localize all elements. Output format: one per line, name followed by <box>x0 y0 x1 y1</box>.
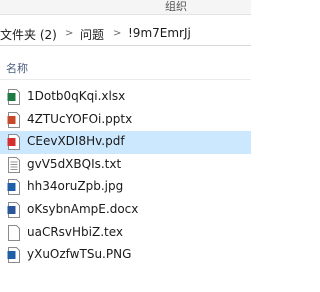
file-name: gvV5dXBQIs.txt <box>27 156 122 171</box>
column-header-name[interactable]: 名称 <box>6 60 28 76</box>
file-list: 1Dotb0qKqi.xlsx 4ZTUcYOFOi.pptx CEevXDI8Hv… <box>0 86 251 267</box>
file-name: oKsybnAmpE.docx <box>27 201 139 216</box>
file-name: 4ZTUcYOFOi.pptx <box>27 111 133 126</box>
list-item[interactable]: yXuOzfwTSu.PNG <box>0 244 251 267</box>
breadcrumb-current-folder[interactable]: !9m7EmrJj <box>128 26 191 40</box>
text-file-icon <box>8 156 20 173</box>
breadcrumb-separator[interactable]: > <box>113 28 121 39</box>
ribbon-group-label: 组织 <box>165 0 187 13</box>
ribbon: 组织 <box>0 0 251 15</box>
list-item[interactable]: 1Dotb0qKqi.xlsx <box>0 86 251 109</box>
file-name: uaCRsvHbiZ.tex <box>27 224 124 239</box>
file-name: CEevXDI8Hv.pdf <box>27 134 125 149</box>
list-item[interactable]: 4ZTUcYOFOi.pptx <box>0 109 251 132</box>
excel-file-icon <box>7 89 20 105</box>
image-file-icon <box>7 247 20 264</box>
column-header: 名称 <box>0 57 251 80</box>
word-file-icon <box>7 201 20 218</box>
address-bar[interactable]: 文件夹 (2) > 问题 > !9m7EmrJj <box>0 23 251 46</box>
pdf-file-icon <box>7 134 20 151</box>
file-name: 1Dotb0qKqi.xlsx <box>27 89 126 103</box>
file-name: yXuOzfwTSu.PNG <box>27 247 132 262</box>
header-divider <box>0 79 251 80</box>
list-item[interactable]: oKsybnAmpE.docx <box>0 199 251 222</box>
generic-file-icon <box>8 224 20 241</box>
breadcrumb-folder[interactable]: 文件夹 (2) <box>0 26 57 43</box>
list-item[interactable]: hh34oruZpb.jpg <box>0 176 251 199</box>
image-file-icon <box>7 179 20 196</box>
breadcrumb-issues[interactable]: 问题 <box>80 26 104 43</box>
list-item[interactable]: CEevXDI8Hv.pdf <box>0 131 251 154</box>
powerpoint-file-icon <box>7 111 20 128</box>
list-item[interactable]: gvV5dXBQIs.txt <box>0 154 251 177</box>
list-item[interactable]: uaCRsvHbiZ.tex <box>0 222 251 245</box>
breadcrumb-separator[interactable]: > <box>65 28 73 39</box>
file-name: hh34oruZpb.jpg <box>27 179 124 194</box>
